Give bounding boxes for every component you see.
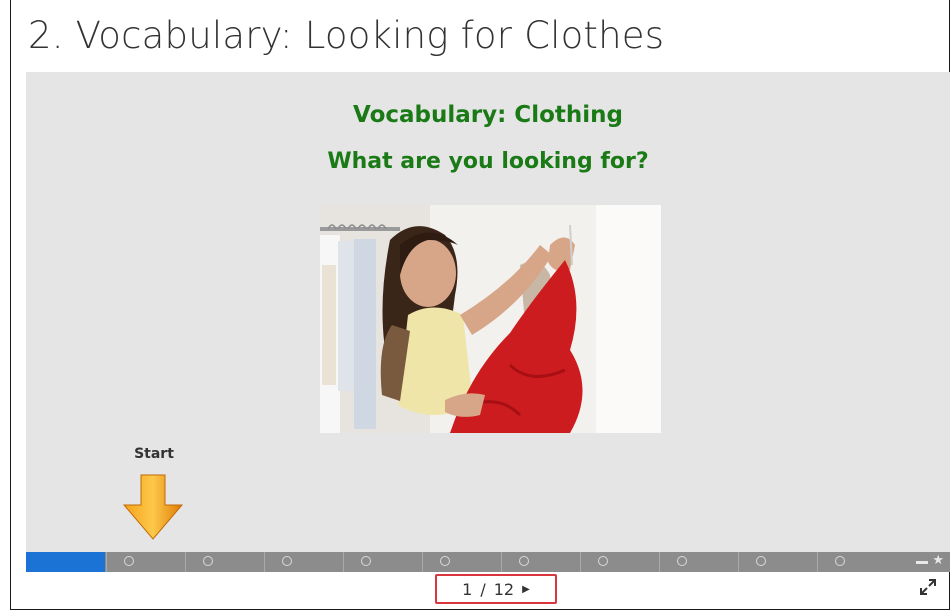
slide-marker[interactable]	[834, 556, 845, 566]
page-title: 2. Vocabulary: Looking for Clothes	[28, 14, 665, 57]
progress-divider	[501, 552, 502, 572]
progress-divider	[422, 552, 423, 572]
slide-marker[interactable]	[755, 556, 766, 566]
slide-marker[interactable]	[518, 556, 529, 566]
pager-total: 12	[493, 579, 515, 599]
progress-divider	[738, 552, 739, 572]
slide-marker[interactable]	[202, 556, 213, 566]
end-dash	[916, 561, 928, 564]
slide-marker[interactable]	[281, 556, 292, 566]
progress-divider	[343, 552, 344, 572]
slide-heading: Vocabulary: Clothing	[353, 102, 623, 128]
progress-divider	[817, 552, 818, 572]
pager-separator: /	[480, 579, 486, 599]
progress-fill	[26, 552, 105, 572]
down-arrow-icon	[122, 474, 184, 540]
expand-icon[interactable]	[918, 577, 938, 597]
shopping-photo	[320, 205, 661, 433]
triangle-right-icon[interactable]: ▶	[522, 584, 530, 595]
progress-divider	[580, 552, 581, 572]
progress-divider	[106, 552, 107, 572]
slide-progress-bar[interactable]: ★	[26, 552, 950, 572]
slide-pager: 1 / 12 ▶	[435, 574, 557, 604]
slide-marker[interactable]	[676, 556, 687, 566]
slide-area: Vocabulary: Clothing What are you lookin…	[26, 72, 950, 552]
progress-divider	[264, 552, 265, 572]
pager-current: 1	[462, 579, 473, 599]
star-icon[interactable]: ★	[932, 553, 944, 568]
slide-marker[interactable]	[597, 556, 608, 566]
slide-marker[interactable]	[439, 556, 450, 566]
progress-divider	[659, 552, 660, 572]
progress-divider	[185, 552, 186, 572]
slide-marker[interactable]	[360, 556, 371, 566]
slide-subheading: What are you looking for?	[327, 149, 649, 174]
slide-marker[interactable]	[123, 556, 134, 566]
start-label: Start	[134, 446, 174, 462]
